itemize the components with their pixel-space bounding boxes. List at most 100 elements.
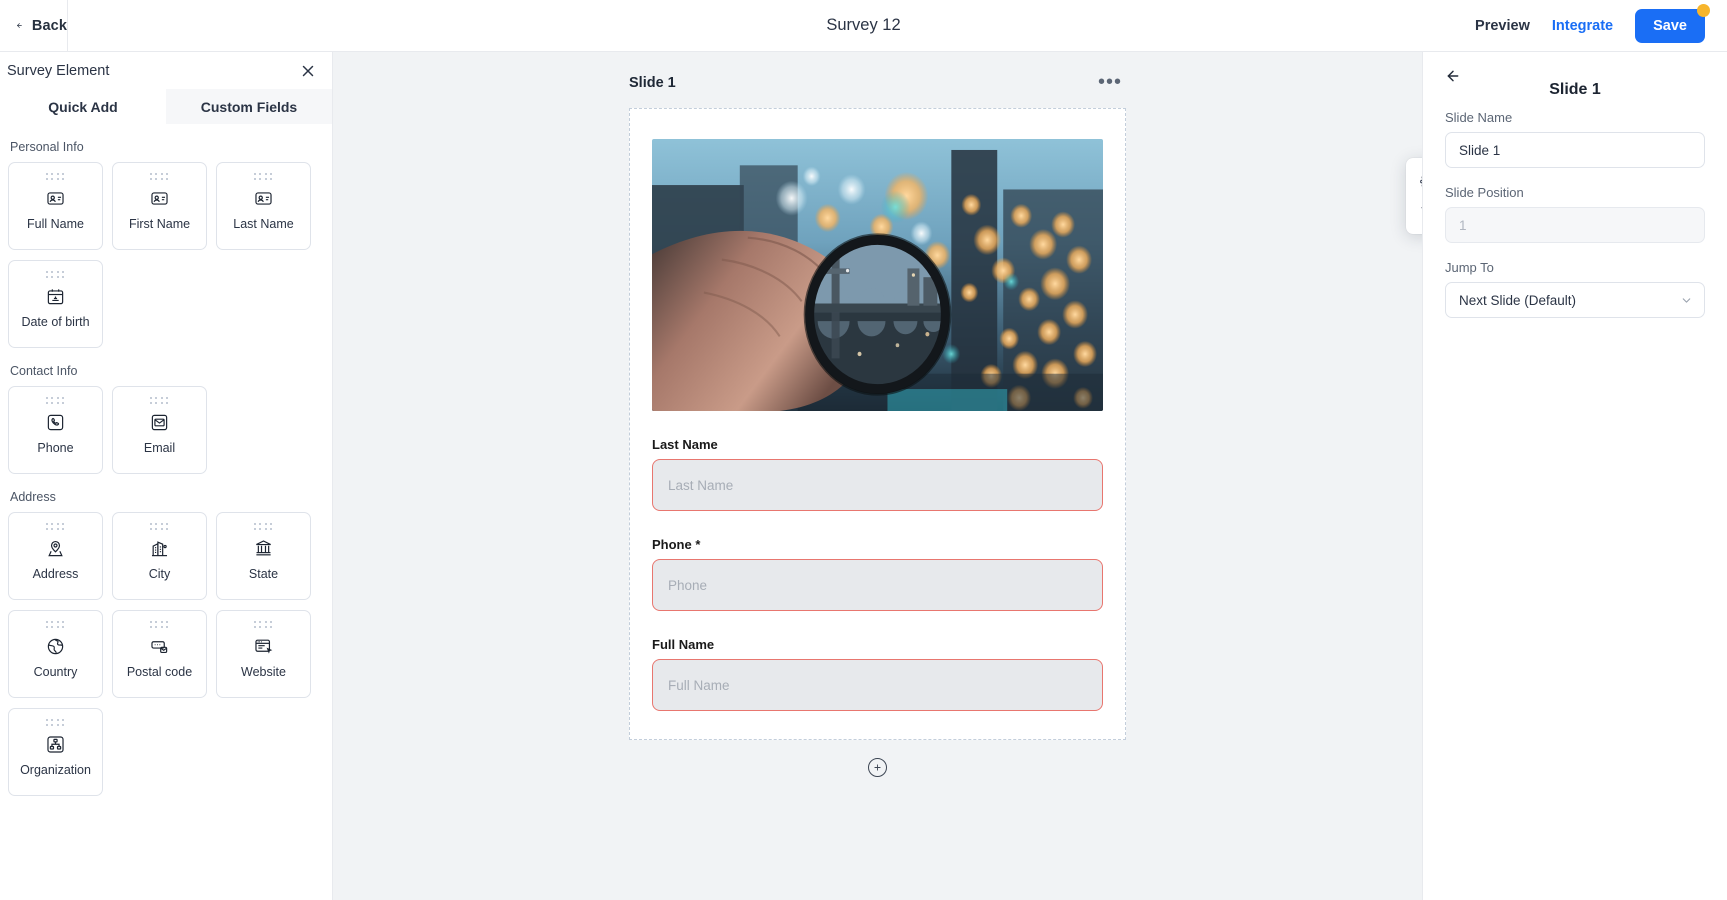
element-card-label: Organization	[20, 762, 91, 777]
field-label: Full Name	[652, 637, 715, 652]
drag-handle-icon[interactable]	[149, 397, 170, 404]
element-card-website[interactable]: Website	[216, 610, 311, 698]
element-card-organization[interactable]: Organization	[8, 708, 103, 796]
phone-input[interactable]: Phone	[652, 559, 1103, 611]
element-card-state[interactable]: State	[216, 512, 311, 600]
add-slide-row	[629, 758, 1126, 777]
add-slide-button[interactable]	[868, 758, 887, 777]
slide-more-options-button[interactable]: •••	[1094, 72, 1126, 92]
drag-handle-icon[interactable]	[253, 173, 274, 180]
element-card-label: Postal code	[126, 664, 193, 679]
full-name-input[interactable]: Full Name	[652, 659, 1103, 711]
map-pin-icon	[48, 540, 63, 556]
group-personal-info: Full Name First Name Last Name Date of b…	[8, 162, 324, 348]
slide-name-field: Slide Name Slide 1	[1445, 110, 1705, 168]
context-menu-item-delete[interactable]: Delete	[1406, 196, 1422, 226]
back-label: Back	[31, 17, 67, 34]
globe-icon	[47, 638, 64, 654]
form-field-phone: Phone * Phone	[652, 537, 1103, 611]
postal-code-icon	[151, 640, 168, 653]
drag-handle-icon[interactable]	[253, 621, 274, 628]
jump-to-field: Jump To Next Slide (Default)	[1445, 260, 1705, 318]
plus-icon	[874, 764, 881, 771]
element-card-label: Phone	[37, 440, 74, 455]
unsaved-changes-badge	[1697, 3, 1710, 17]
drag-handle-icon[interactable]	[45, 523, 66, 530]
slide-settings-panel: Slide 1 Slide Name Slide 1 Slide Positio…	[1422, 52, 1727, 900]
element-card-label: State	[248, 566, 279, 581]
field-label: Phone *	[652, 537, 701, 552]
contact-card-icon	[255, 191, 272, 205]
element-card-last-name[interactable]: Last Name	[216, 162, 311, 250]
group-title-contact-info: Contact Info	[10, 364, 78, 378]
envelope-icon	[151, 414, 168, 430]
element-card-label: City	[148, 566, 171, 581]
element-card-label: Email	[143, 440, 176, 455]
element-card-label: Full Name	[27, 216, 84, 231]
slide-image[interactable]	[652, 139, 1103, 411]
jump-to-label: Jump To	[1445, 260, 1494, 275]
tab-quick-add[interactable]: Quick Add	[0, 89, 166, 124]
element-card-label: Country	[33, 664, 78, 679]
element-card-address[interactable]: Address	[8, 512, 103, 600]
drag-handle-icon[interactable]	[45, 719, 66, 726]
drag-handle-icon[interactable]	[45, 397, 66, 404]
drag-handle-icon[interactable]	[149, 173, 170, 180]
element-card-label: First Name	[128, 216, 191, 231]
element-card-full-name[interactable]: Full Name	[8, 162, 103, 250]
tab-custom-fields[interactable]: Custom Fields	[166, 89, 332, 124]
element-card-label: Website	[241, 664, 286, 679]
element-card-email[interactable]: Email	[112, 386, 207, 474]
preview-button[interactable]: Preview	[1475, 18, 1530, 34]
element-card-first-name[interactable]: First Name	[112, 162, 207, 250]
element-card-country[interactable]: Country	[8, 610, 103, 698]
last-name-input[interactable]: Last Name	[652, 459, 1103, 511]
element-card-label: Address	[32, 566, 79, 581]
slide-context-menu: Settings Delete	[1406, 158, 1422, 234]
element-card-city[interactable]: City	[112, 512, 207, 600]
group-title-address: Address	[10, 490, 56, 504]
element-list-scroll[interactable]: Personal Info Full Name First Name Last …	[0, 124, 332, 900]
gear-icon	[1420, 175, 1422, 187]
calendar-icon	[47, 288, 64, 304]
drag-handle-icon[interactable]	[45, 173, 66, 180]
survey-element-panel-header: Survey Element	[0, 52, 332, 89]
field-label: Last Name	[652, 437, 718, 452]
drag-handle-icon[interactable]	[149, 523, 170, 530]
workspace: Survey Element Quick Add Custom Fields P…	[0, 52, 1727, 900]
drag-handle-icon[interactable]	[45, 621, 66, 628]
contact-card-icon	[47, 191, 64, 205]
element-card-label: Last Name	[233, 216, 294, 231]
drag-handle-icon[interactable]	[253, 523, 274, 530]
jump-to-select[interactable]: Next Slide (Default)	[1445, 282, 1705, 318]
element-card-date-of-birth[interactable]: Date of birth	[8, 260, 103, 348]
trash-icon	[1421, 206, 1422, 208]
contact-card-icon	[151, 191, 168, 205]
back-button[interactable]: Back	[0, 0, 68, 51]
group-title-personal-info: Personal Info	[10, 140, 84, 154]
context-menu-item-settings[interactable]: Settings	[1406, 166, 1422, 196]
slide-name-input[interactable]: Slide 1	[1445, 132, 1705, 168]
phone-icon	[47, 414, 64, 430]
panel-title: Survey Element	[7, 62, 110, 79]
bank-icon	[256, 539, 271, 555]
top-actions: Preview Integrate Save	[1475, 0, 1727, 51]
drag-handle-icon[interactable]	[149, 621, 170, 628]
form-field-last-name: Last Name Last Name	[652, 437, 1103, 511]
save-button[interactable]: Save	[1635, 8, 1705, 43]
element-card-postal-code[interactable]: Postal code	[112, 610, 207, 698]
drag-handle-icon[interactable]	[45, 271, 66, 278]
integrate-button[interactable]: Integrate	[1552, 18, 1613, 34]
element-card-phone[interactable]: Phone	[8, 386, 103, 474]
page-title: Survey 12	[826, 16, 901, 34]
survey-element-panel: Survey Element Quick Add Custom Fields P…	[0, 52, 333, 900]
survey-builder-app: Back Survey 12 Preview Integrate Save Su…	[0, 0, 1727, 900]
chevron-down-icon	[1682, 297, 1691, 303]
element-card-label: Date of birth	[21, 314, 90, 329]
save-button-wrapper: Save	[1635, 3, 1710, 43]
slide-canvas: Slide 1 ••• Last Name Last Name Phone * …	[333, 52, 1422, 900]
jump-to-value: Next Slide (Default)	[1459, 292, 1577, 308]
group-address: Address City State Country Postal code W…	[8, 512, 324, 796]
close-icon[interactable]	[299, 62, 317, 80]
slide-card[interactable]: Last Name Last Name Phone * Phone Full N…	[629, 108, 1126, 740]
